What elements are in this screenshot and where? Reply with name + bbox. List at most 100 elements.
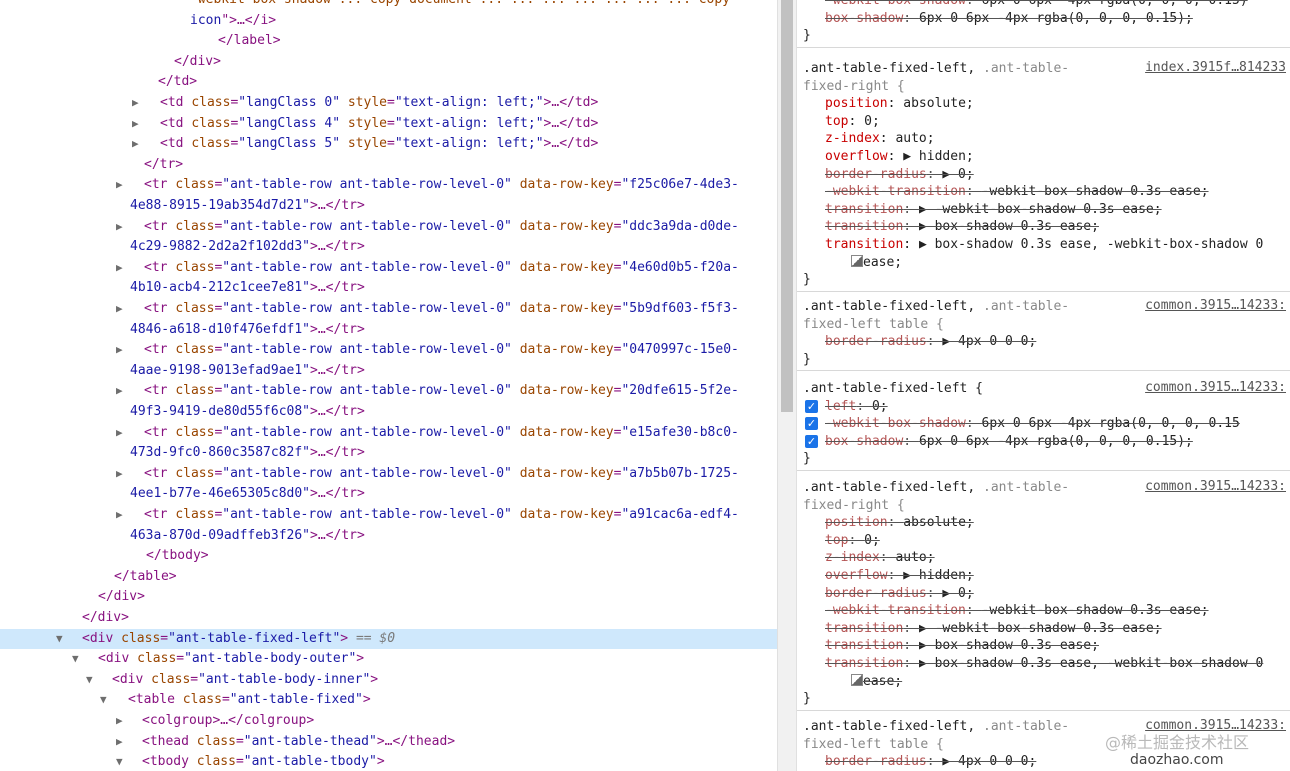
dom-node[interactable]: ▶ <thead class="ant-table-thead">…</thead… — [0, 732, 777, 753]
collapse-arrow-icon[interactable]: ▶ — [132, 93, 139, 114]
css-declaration[interactable]: top: 0; — [825, 113, 1290, 131]
css-declaration[interactable]: -webkit-transition: -webkit-box-shadow 0… — [825, 602, 1290, 620]
dom-node[interactable]: ▼ <tbody class="ant-table-tbody"> — [0, 752, 777, 771]
dom-node[interactable]: ▶ <tr class="ant-table-row ant-table-row-… — [0, 175, 777, 196]
css-declaration[interactable]: z-index: auto; — [825, 130, 1290, 148]
css-property-value[interactable]: ▶ hidden; — [903, 568, 973, 583]
dom-node[interactable]: ▶ <tr class="ant-table-row ant-table-row-… — [0, 299, 777, 320]
css-property-name[interactable]: border-radius — [825, 167, 927, 182]
collapse-arrow-icon[interactable]: ▶ — [132, 134, 139, 155]
css-declaration[interactable]: position: absolute; — [825, 95, 1290, 113]
declaration-toggle-checkbox[interactable]: ✓ — [805, 434, 818, 448]
collapse-arrow-icon[interactable]: ▶ — [116, 732, 123, 753]
collapse-arrow-icon[interactable]: ▶ — [116, 299, 123, 320]
expand-arrow-icon[interactable]: ▼ — [116, 752, 123, 771]
css-property-value[interactable]: -webkit-box-shadow 0.3s ease; — [982, 603, 1209, 618]
css-property-value[interactable]: ease; — [863, 255, 902, 270]
dom-node[interactable]: </div> — [0, 608, 777, 629]
dom-node[interactable]: ▼ <table class="ant-table-fixed"> — [0, 690, 777, 711]
css-property-value[interactable]: auto; — [895, 550, 934, 565]
collapse-arrow-icon[interactable]: ▶ — [116, 258, 123, 279]
dom-node[interactable]: ▶ <tr class="ant-table-row ant-table-row-… — [0, 381, 777, 402]
dom-tree-scrollbar[interactable] — [777, 0, 797, 771]
css-property-name[interactable]: box-shadow — [825, 11, 903, 26]
dom-node[interactable]: 49f3-9419-de80d55f6c08">…</tr> — [0, 402, 777, 423]
css-property-name[interactable]: top — [825, 533, 848, 548]
css-declaration[interactable]: box-shadow: 6px 0 6px -4px rgba(0, 0, 0,… — [825, 433, 1290, 451]
css-property-name[interactable]: border-radius — [825, 754, 927, 769]
collapse-arrow-icon[interactable]: ▶ — [116, 711, 123, 732]
css-property-value[interactable]: 0; — [864, 114, 880, 129]
dom-node[interactable]: ▶ <tr class="ant-table-row ant-table-row-… — [0, 464, 777, 485]
style-rule[interactable]: .ant-table-fixed-left {common.3915…14233… — [797, 378, 1290, 471]
css-declaration[interactable]: transition: ▶ box-shadow 0.3s ease; — [825, 637, 1290, 655]
css-declaration[interactable]: -webkit-box-shadow: 6px 0 6px -4px rgba(… — [825, 415, 1290, 433]
css-property-value[interactable]: ▶ 4px 0 0 0; — [942, 334, 1036, 349]
css-declaration[interactable]: border-radius: ▶ 4px 0 0 0; — [825, 333, 1290, 351]
dom-node[interactable]: ▶ <td class="langClass 0" style="text-ali… — [0, 93, 777, 114]
css-property-value[interactable]: -webkit-box-shadow 0.3s ease; — [982, 184, 1209, 199]
css-property-value[interactable]: absolute; — [903, 515, 973, 530]
css-declaration[interactable]: transition: ▶ box-shadow 0.3s ease; — [825, 218, 1290, 236]
css-property-name[interactable]: position — [825, 515, 888, 530]
css-property-name[interactable]: position — [825, 96, 888, 111]
css-property-name[interactable]: left — [825, 399, 856, 414]
css-property-name[interactable]: box-shadow — [825, 434, 903, 449]
collapse-arrow-icon[interactable]: ▶ — [116, 464, 123, 485]
collapse-arrow-icon[interactable]: ▶ — [116, 217, 123, 238]
collapse-arrow-icon[interactable]: ▶ — [116, 423, 123, 444]
css-property-value[interactable]: ▶ box-shadow 0.3s ease, -webkit-box-shad… — [919, 656, 1263, 671]
style-rule[interactable]: .ant-table-fixed-left, .ant-table-common… — [797, 477, 1290, 711]
dom-node[interactable]: ▶ <colgroup>…</colgroup> — [0, 711, 777, 732]
style-rule[interactable]: .ant-table-fixed-left, .ant-table-common… — [797, 296, 1290, 372]
collapse-arrow-icon[interactable]: ▶ — [116, 505, 123, 526]
css-property-value[interactable]: ▶ -webkit-box-shadow 0.3s ease; — [919, 202, 1162, 217]
styles-pane[interactable]: -webkit-box-shadow: 6px 0 6px -4px rgba(… — [797, 0, 1290, 771]
dom-node[interactable]: 463a-870d-09adffeb3f26">…</tr> — [0, 526, 777, 547]
dom-node[interactable]: -webkit-box-shadow ... copy-document ...… — [0, 0, 777, 11]
dom-node[interactable]: </div> — [0, 52, 777, 73]
dom-node[interactable]: </tr> — [0, 155, 777, 176]
css-property-value[interactable]: ▶ box-shadow 0.3s ease; — [919, 219, 1099, 234]
css-declaration[interactable]: left: 0; — [825, 398, 1290, 416]
css-property-name[interactable]: z-index — [825, 550, 880, 565]
dom-node[interactable]: 4e88-8915-19ab354d7d21">…</tr> — [0, 196, 777, 217]
css-property-name[interactable]: border-radius — [825, 586, 927, 601]
style-rule[interactable]: .ant-table-fixed-left, .ant-table-index.… — [797, 58, 1290, 292]
dom-node[interactable]: </tbody> — [0, 546, 777, 567]
css-declaration[interactable]: box-shadow: 6px 0 6px -4px rgba(0, 0, 0,… — [825, 10, 1290, 28]
expand-arrow-icon[interactable]: ▼ — [86, 670, 93, 691]
css-property-name[interactable]: transition — [825, 621, 903, 636]
css-declaration[interactable]: transition: ▶ -webkit-box-shadow 0.3s ea… — [825, 620, 1290, 638]
css-declaration[interactable]: position: absolute; — [825, 514, 1290, 532]
css-property-value[interactable]: ▶ hidden; — [903, 149, 973, 164]
css-property-name[interactable]: -webkit-transition — [825, 184, 966, 199]
css-declaration[interactable]: -webkit-box-shadow: 6px 0 6px -4px rgba(… — [825, 0, 1290, 10]
css-property-value[interactable]: ▶ 4px 0 0 0; — [942, 754, 1036, 769]
stylesheet-source-link[interactable]: index.3915f…814233 — [1145, 60, 1286, 75]
collapse-arrow-icon[interactable]: ▶ — [116, 175, 123, 196]
collapse-arrow-icon[interactable]: ▶ — [116, 381, 123, 402]
easing-editor-icon[interactable] — [851, 254, 863, 267]
css-property-name[interactable]: overflow — [825, 568, 888, 583]
dom-node[interactable]: </table> — [0, 567, 777, 588]
css-property-value[interactable]: absolute; — [903, 96, 973, 111]
dom-node[interactable]: 4846-a618-d10f476efdf1">…</tr> — [0, 320, 777, 341]
expand-arrow-icon[interactable]: ▼ — [56, 629, 63, 650]
css-declaration[interactable]: ease; — [851, 254, 1290, 272]
dom-node[interactable]: ▶ <tr class="ant-table-row ant-table-row-… — [0, 423, 777, 444]
scrollbar-thumb[interactable] — [781, 0, 793, 412]
css-declaration[interactable]: overflow: ▶ hidden; — [825, 567, 1290, 585]
dom-node[interactable]: ▶ <tr class="ant-table-row ant-table-row-… — [0, 340, 777, 361]
css-property-value[interactable]: ▶ -webkit-box-shadow 0.3s ease; — [919, 621, 1162, 636]
css-property-value[interactable]: ▶ 0; — [942, 586, 973, 601]
dom-node[interactable]: 4b10-acb4-212c1cee7e81">…</tr> — [0, 278, 777, 299]
css-property-name[interactable]: transition — [825, 638, 903, 653]
css-property-name[interactable]: transition — [825, 219, 903, 234]
dom-node[interactable]: 4ee1-b77e-46e65305c8d0">…</tr> — [0, 484, 777, 505]
css-property-value[interactable]: ▶ box-shadow 0.3s ease, -webkit-box-shad… — [919, 237, 1263, 252]
css-property-name[interactable]: top — [825, 114, 848, 129]
css-declaration[interactable]: transition: ▶ box-shadow 0.3s ease, -web… — [825, 655, 1290, 673]
dom-node[interactable]: ▶ <td class="langClass 5" style="text-ali… — [0, 134, 777, 155]
css-property-value[interactable]: 0; — [864, 533, 880, 548]
